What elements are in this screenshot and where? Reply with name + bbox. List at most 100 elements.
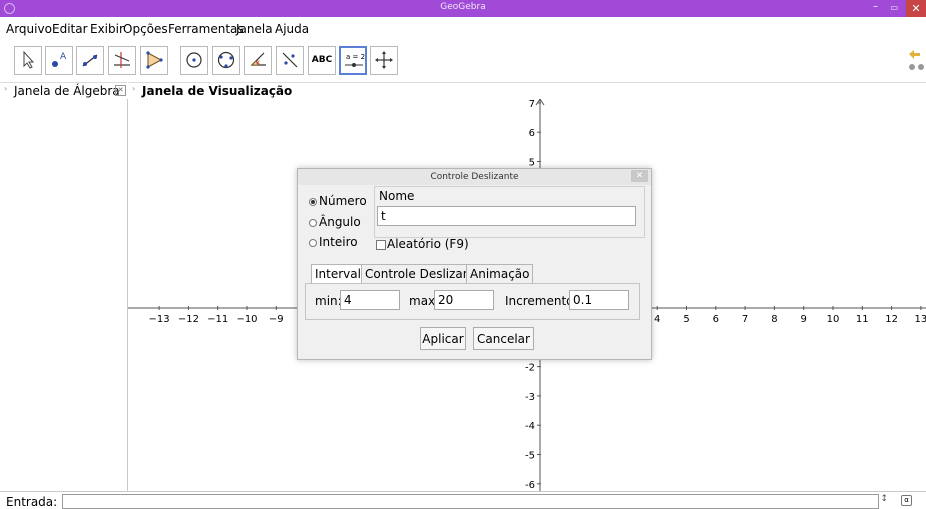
tick-label: −10 bbox=[236, 314, 257, 325]
point-icon: A bbox=[52, 52, 67, 67]
max-field[interactable]: 20 bbox=[434, 290, 494, 310]
toolbar: A α ABC a = 2 bbox=[0, 40, 926, 82]
name-field[interactable]: t bbox=[377, 206, 636, 226]
input-label: Entrada: bbox=[6, 495, 58, 509]
radio-numero[interactable]: Número bbox=[309, 194, 367, 208]
x-ticks-left: −13 −12 −11 −10 −9 bbox=[149, 306, 284, 325]
title-bar: GeoGebra – ▭ ✕ bbox=[0, 0, 926, 17]
point-tool-button[interactable]: A bbox=[45, 46, 73, 75]
radio-icon bbox=[309, 238, 317, 247]
radio-numero-label: Número bbox=[319, 194, 367, 208]
algebra-view-header: › Janela de Álgebra ✕ bbox=[0, 82, 127, 100]
tick-label: 8 bbox=[771, 314, 777, 325]
menu-janela[interactable]: Janela bbox=[236, 22, 273, 36]
menu-ajuda[interactable]: Ajuda bbox=[275, 22, 309, 36]
circle-icon bbox=[186, 52, 202, 68]
perpendicular-tool-button[interactable] bbox=[108, 46, 136, 75]
y-ticks-top: 7 6 5 bbox=[529, 99, 541, 169]
tick-label: 12 bbox=[885, 314, 898, 325]
menu-arquivo[interactable]: Arquivo bbox=[6, 22, 52, 36]
tick-label: -4 bbox=[525, 421, 535, 432]
restore-button[interactable]: ▭ bbox=[890, 3, 898, 12]
window-title: GeoGebra bbox=[440, 2, 486, 12]
min-label: min: bbox=[315, 294, 342, 308]
symbol-table-icon[interactable]: α bbox=[901, 495, 912, 506]
circle-tool-button[interactable] bbox=[180, 46, 208, 75]
slider-tool-button[interactable]: a = 2 bbox=[339, 46, 367, 75]
line-icon bbox=[82, 54, 98, 67]
tick-label: 13 bbox=[915, 314, 926, 325]
arrow-icon bbox=[23, 50, 35, 69]
line-tool-button[interactable] bbox=[76, 46, 104, 75]
apply-button[interactable]: Aplicar bbox=[420, 327, 466, 350]
tick-label: -5 bbox=[525, 451, 535, 462]
tick-label: 6 bbox=[529, 128, 535, 139]
close-view-icon[interactable]: ✕ bbox=[115, 85, 126, 96]
input-field[interactable] bbox=[62, 494, 879, 509]
increment-field[interactable]: 0.1 bbox=[569, 290, 629, 310]
slider-tool-label: a = 2 bbox=[346, 53, 365, 61]
tick-label: −12 bbox=[178, 314, 199, 325]
reflect-tool-button[interactable] bbox=[276, 46, 304, 75]
tick-label: 6 bbox=[713, 314, 719, 325]
radio-icon bbox=[309, 218, 317, 227]
algebra-view-title: Janela de Álgebra bbox=[14, 84, 120, 98]
angle-icon: α bbox=[250, 52, 266, 66]
random-checkbox[interactable]: Aleatório (F9) bbox=[376, 237, 469, 251]
tick-label: 7 bbox=[742, 314, 748, 325]
radio-angulo[interactable]: Ângulo bbox=[309, 215, 361, 229]
tick-label: −11 bbox=[207, 314, 228, 325]
ellipse-icon bbox=[217, 51, 235, 69]
ellipse-tool-button[interactable] bbox=[212, 46, 240, 75]
y-ticks-bottom: -2 -3 -4 -5 -6 bbox=[525, 363, 541, 491]
increment-label: Incremento: bbox=[505, 294, 578, 308]
dialog-close-button[interactable]: ✕ bbox=[631, 170, 648, 182]
tab-animacao[interactable]: Animação bbox=[466, 264, 534, 283]
tick-label: 11 bbox=[856, 314, 869, 325]
input-help-icon[interactable]: ↕ bbox=[880, 494, 888, 504]
text-icon: ABC bbox=[311, 55, 333, 65]
svg-text:α: α bbox=[256, 59, 260, 66]
menu-opcoes[interactable]: Opções bbox=[123, 22, 168, 36]
graphics-view-header: › Janela de Visualização bbox=[128, 82, 926, 100]
tick-label: 10 bbox=[827, 314, 840, 325]
undo-redo-icons[interactable] bbox=[906, 45, 924, 75]
slider-icon: a = 2 bbox=[345, 53, 365, 67]
tick-label: -2 bbox=[525, 363, 535, 374]
algebra-view[interactable] bbox=[0, 99, 128, 491]
close-button[interactable]: ✕ bbox=[906, 0, 926, 17]
reflect-icon bbox=[282, 52, 298, 68]
menu-editar[interactable]: Editar bbox=[52, 22, 88, 36]
tick-label: 9 bbox=[801, 314, 807, 325]
input-bar: Entrada: ↕ α bbox=[0, 491, 926, 509]
move-view-icon bbox=[375, 51, 393, 69]
tick-label: 5 bbox=[683, 314, 689, 325]
point-label: A bbox=[60, 52, 67, 62]
tick-label: 5 bbox=[529, 158, 535, 169]
random-checkbox-label: Aleatório (F9) bbox=[387, 237, 469, 251]
tick-label: 4 bbox=[654, 314, 660, 325]
cancel-button[interactable]: Cancelar bbox=[473, 327, 534, 350]
radio-inteiro[interactable]: Inteiro bbox=[309, 235, 358, 249]
collapse-arrow-icon[interactable]: › bbox=[4, 84, 7, 93]
perpendicular-icon bbox=[114, 52, 130, 68]
move-view-tool-button[interactable] bbox=[370, 46, 398, 75]
menu-ferramentas[interactable]: Ferramentas bbox=[168, 22, 244, 36]
text-tool-button[interactable]: ABC bbox=[308, 46, 336, 75]
tick-label: −9 bbox=[269, 314, 284, 325]
tick-label: -3 bbox=[525, 392, 535, 403]
radio-icon bbox=[309, 197, 317, 206]
name-label: Nome bbox=[379, 189, 415, 203]
x-ticks-right: 4 5 6 7 8 9 10 11 12 13 bbox=[654, 306, 926, 325]
menu-exibir[interactable]: Exibir bbox=[90, 22, 124, 36]
radio-angulo-label: Ângulo bbox=[319, 215, 361, 229]
menu-bar: Arquivo Editar Exibir Opções Ferramentas… bbox=[0, 18, 926, 38]
collapse-arrow-icon[interactable]: › bbox=[132, 84, 135, 93]
angle-tool-button[interactable]: α bbox=[244, 46, 272, 75]
move-tool-button[interactable] bbox=[14, 46, 42, 75]
min-field[interactable]: 4 bbox=[340, 290, 400, 310]
graphics-view-title: Janela de Visualização bbox=[142, 84, 293, 98]
tick-label: -6 bbox=[525, 480, 535, 491]
minimize-button[interactable]: – bbox=[873, 1, 878, 12]
polygon-tool-button[interactable] bbox=[140, 46, 168, 75]
